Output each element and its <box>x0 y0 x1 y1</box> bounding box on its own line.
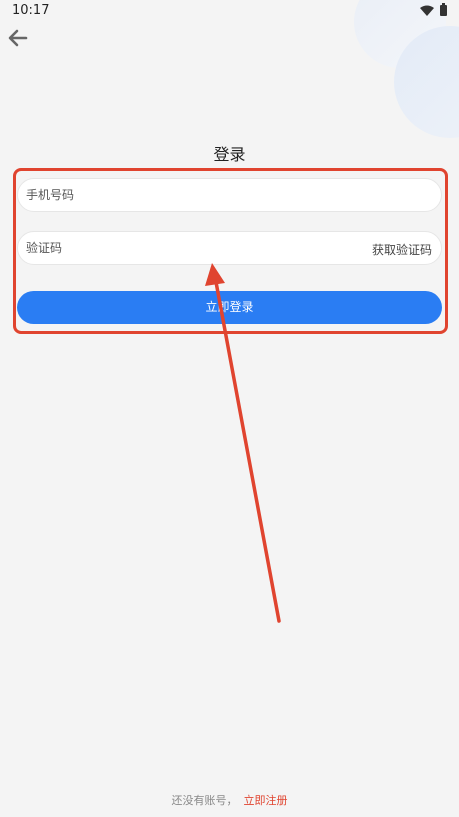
phone-field[interactable] <box>17 178 442 212</box>
verification-code-field[interactable]: 获取验证码 <box>17 231 442 265</box>
back-button[interactable] <box>6 26 30 50</box>
status-time: 10:17 <box>12 3 50 18</box>
status-bar: 10:17 <box>0 0 459 22</box>
phone-input[interactable] <box>26 179 356 211</box>
battery-icon <box>440 3 447 16</box>
page-title: 登录 <box>213 145 246 164</box>
decorative-bubbles <box>354 0 459 138</box>
login-button[interactable]: 立即登录 <box>17 291 442 324</box>
verification-code-input[interactable] <box>26 232 356 264</box>
wifi-icon <box>420 5 434 16</box>
annotation-arrow <box>205 263 281 623</box>
arrow-left-icon <box>8 29 28 47</box>
get-code-button[interactable]: 获取验证码 <box>372 241 432 258</box>
no-account-text: 还没有账号， <box>171 794 238 807</box>
register-link[interactable]: 立即注册 <box>244 794 288 807</box>
footer: 还没有账号， 立即注册 <box>0 792 459 808</box>
